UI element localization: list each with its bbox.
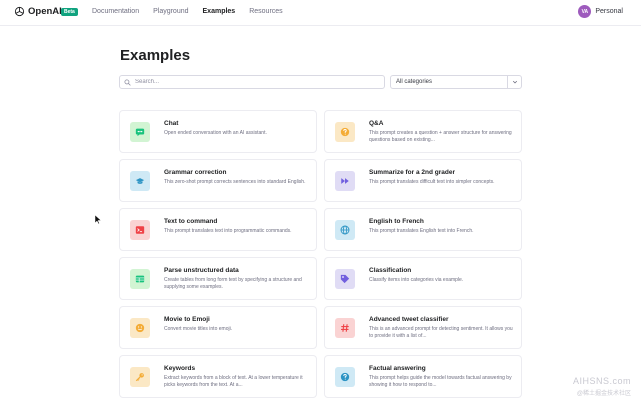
graduation-cap-icon xyxy=(135,178,145,184)
chat-bubble-icon xyxy=(135,128,145,137)
question-icon xyxy=(340,127,350,137)
example-card[interactable]: Summarize for a 2nd grader This prompt tr… xyxy=(324,159,522,202)
card-icon-box xyxy=(335,122,355,142)
fast-forward-icon xyxy=(341,178,349,184)
example-card[interactable]: Grammar correction This zero-shot prompt … xyxy=(119,159,317,202)
smile-icon xyxy=(135,323,145,333)
tag-icon xyxy=(340,274,350,284)
example-card[interactable]: English to French This prompt translates … xyxy=(324,208,522,251)
example-title: Classification xyxy=(369,267,412,274)
watermark-caption: @稀土掘金技术社区 xyxy=(576,391,631,397)
card-icon-box xyxy=(335,367,355,387)
example-card[interactable]: Chat Open ended conversation with an AI a… xyxy=(119,110,317,153)
nav-resources[interactable]: Resources xyxy=(249,8,282,15)
user-menu[interactable]: VA Personal xyxy=(578,5,623,18)
example-title: Grammar correction xyxy=(164,169,227,176)
card-icon-box xyxy=(130,122,150,142)
example-title: Chat xyxy=(164,120,179,127)
openai-logo-icon xyxy=(14,6,25,17)
example-title: Q&A xyxy=(369,120,384,127)
example-card[interactable]: Factual answering This prompt helps guide… xyxy=(324,355,522,398)
example-card[interactable]: Q&A This prompt creates a question + answ… xyxy=(324,110,522,153)
example-card[interactable]: Advanced tweet classifier This is an adva… xyxy=(324,306,522,349)
nav-playground[interactable]: Playground xyxy=(153,8,188,15)
nav-links: Documentation Playground Examples Resour… xyxy=(92,8,283,15)
example-card[interactable]: Keywords Extract keywords from a block of… xyxy=(119,355,317,398)
watermark: AIHSNS.com xyxy=(572,376,631,386)
nav-documentation[interactable]: Documentation xyxy=(92,8,139,15)
card-icon-box xyxy=(130,220,150,240)
example-title: English to French xyxy=(369,218,424,225)
hashtag-icon xyxy=(341,324,349,332)
category-value: All categories xyxy=(396,79,433,85)
example-description: This prompt translates difficult text in… xyxy=(369,179,495,185)
examples-grid: Chat Open ended conversation with an AI a… xyxy=(119,110,522,398)
brand-name: OpenAI xyxy=(28,6,62,17)
card-icon-box xyxy=(130,171,150,191)
search-box[interactable] xyxy=(119,75,385,89)
category-select[interactable]: All categories xyxy=(390,75,522,89)
example-card[interactable]: Movie to Emoji Convert movie titles into … xyxy=(119,306,317,349)
example-title: Summarize for a 2nd grader xyxy=(369,169,455,176)
top-nav: OpenAI Beta Documentation Playground Exa… xyxy=(0,0,641,26)
brand-logo[interactable]: OpenAI xyxy=(14,6,62,17)
example-card[interactable]: Parse unstructured data Create tables fro… xyxy=(119,257,317,300)
example-title: Parse unstructured data xyxy=(164,267,239,274)
search-icon xyxy=(124,78,131,86)
table-icon xyxy=(135,275,145,283)
chevron-down-icon xyxy=(512,80,517,84)
card-icon-box xyxy=(335,220,355,240)
example-description: Convert movie titles into emoji. xyxy=(164,326,233,332)
example-card[interactable]: Text to command This prompt translates te… xyxy=(119,208,317,251)
example-description: Create tables from long form text by spe… xyxy=(164,277,302,290)
user-name: Personal xyxy=(595,8,623,15)
card-icon-box xyxy=(130,367,150,387)
example-title: Movie to Emoji xyxy=(164,316,210,323)
example-title: Keywords xyxy=(164,365,196,372)
key-icon xyxy=(135,373,144,382)
question-circle-icon xyxy=(340,372,350,382)
category-dropdown-button[interactable] xyxy=(507,76,521,88)
example-description: Open ended conversation with an AI assis… xyxy=(164,130,267,136)
example-description: Extract keywords from a block of text. A… xyxy=(164,375,303,388)
avatar: VA xyxy=(578,5,592,18)
terminal-icon xyxy=(135,226,145,234)
example-description: This prompt creates a question + answer … xyxy=(369,130,512,143)
example-description: This prompt translates English text into… xyxy=(369,228,474,234)
nav-examples[interactable]: Examples xyxy=(203,8,236,15)
example-description: This prompt helps guide the model toward… xyxy=(369,375,512,388)
card-icon-box xyxy=(130,318,150,338)
example-title: Factual answering xyxy=(369,365,426,372)
example-description: This zero-shot prompt corrects sentences… xyxy=(164,179,306,185)
beta-badge: Beta xyxy=(61,8,78,16)
page-title: Examples xyxy=(120,47,191,64)
mouse-cursor-icon xyxy=(95,215,101,224)
example-title: Text to command xyxy=(164,218,218,225)
example-card[interactable]: Classification Classify items into catego… xyxy=(324,257,522,300)
search-input[interactable] xyxy=(135,79,375,85)
card-icon-box xyxy=(335,171,355,191)
card-icon-box xyxy=(335,318,355,338)
example-description: This prompt translates text into program… xyxy=(164,228,292,234)
example-description: Classify items into categories via examp… xyxy=(369,277,464,283)
card-icon-box xyxy=(335,269,355,289)
example-description: This is an advanced prompt for detecting… xyxy=(369,326,513,339)
example-title: Advanced tweet classifier xyxy=(369,316,449,323)
card-icon-box xyxy=(130,269,150,289)
globe-icon xyxy=(340,225,350,235)
